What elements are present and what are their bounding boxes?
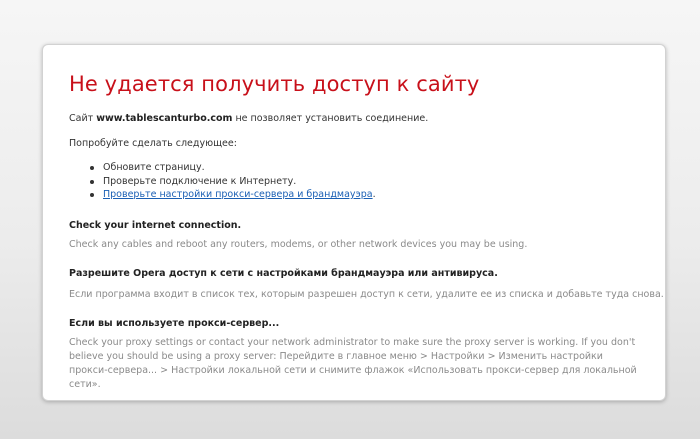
site-suffix: не позволяет установить соединение.: [232, 113, 429, 124]
section-body-firewall: Если программа входит в список тех, кото…: [69, 289, 664, 300]
suggestion-check-connection: Проверьте подключение к Интернету.: [83, 175, 376, 189]
site-message: Сайт www.tablescanturbo.com не позволяет…: [69, 113, 428, 124]
suggestions-list: Обновите страницу. Проверьте подключение…: [83, 161, 376, 202]
section-heading-proxy: Если вы используете прокси-сервер...: [69, 318, 280, 329]
suggestion-check-connection-text: Проверьте подключение к Интернету.: [103, 175, 297, 187]
proxy-settings-link[interactable]: Проверьте настройки прокси-сервера и бра…: [103, 189, 373, 200]
section-body-proxy: Check your proxy settings or contact you…: [69, 337, 637, 390]
section-heading-connection: Check your internet connection.: [69, 220, 242, 231]
site-prefix: Сайт: [69, 113, 97, 124]
site-domain: www.tablescanturbo.com: [96, 113, 233, 124]
try-heading: Попробуйте сделать следующее:: [69, 138, 237, 149]
error-title: Не удается получить доступ к сайту: [69, 72, 480, 96]
proxy-link-suffix: .: [372, 189, 376, 200]
suggestion-reload: Обновите страницу.: [83, 161, 376, 175]
error-card: Не удается получить доступ к сайту Сайт …: [42, 44, 666, 401]
section-heading-firewall: Разрешите Opera доступ к сети с настройк…: [69, 268, 498, 279]
suggestion-reload-text: Обновите страницу.: [103, 162, 205, 173]
section-body-connection: Check any cables and reboot any routers,…: [69, 239, 528, 250]
suggestion-proxy: Проверьте настройки прокси-сервера и бра…: [83, 188, 376, 202]
